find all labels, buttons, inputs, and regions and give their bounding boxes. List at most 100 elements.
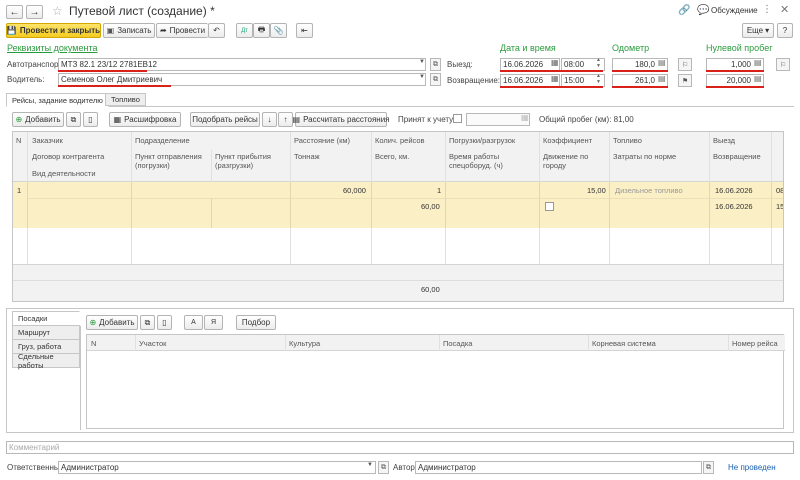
delete-planting-button[interactable]: ▯ <box>157 315 172 330</box>
post-and-close-button[interactable]: 💾 Провести и закрыть <box>6 23 101 38</box>
copy-button[interactable]: ⧉ <box>66 112 81 127</box>
calendar-icon[interactable]: ▦ <box>521 113 529 122</box>
col-city-header[interactable]: Движение по городу <box>543 152 605 170</box>
col-coef-header[interactable]: Коэффициент <box>543 136 592 145</box>
side-tab-piecework[interactable]: Сдельные работы <box>12 352 80 370</box>
sort-asc-button[interactable]: А <box>184 315 203 330</box>
comment-field[interactable]: Комментарий <box>6 441 794 454</box>
forward-button[interactable]: → <box>26 5 43 19</box>
finish-flag-button[interactable]: ⚑ <box>678 74 692 87</box>
col-division-header[interactable]: Подразделение <box>135 136 190 145</box>
plant-col-n[interactable]: N <box>91 339 96 348</box>
tab-trips[interactable]: Рейсы, задание водителю <box>6 93 109 107</box>
back-button[interactable]: ← <box>6 5 23 19</box>
discuss-icon[interactable]: 💬 <box>697 5 709 16</box>
col-tonnage-header[interactable]: Тоннаж <box>294 152 320 161</box>
print-button[interactable]: 🖶 <box>253 23 270 38</box>
col-fuel-header[interactable]: Топливо <box>613 136 642 145</box>
move-down-button[interactable]: ↓ <box>262 112 277 127</box>
more-button[interactable]: Еще ▾ <box>742 23 774 38</box>
plant-col-trip-no[interactable]: Номер рейса <box>732 339 778 348</box>
row-fuel[interactable]: Дизельное топливо <box>615 186 683 195</box>
calculator-icon[interactable]: ▤ <box>754 58 762 67</box>
add-trip-button[interactable]: ⊕ Добавить <box>12 112 64 127</box>
structure-button[interactable]: ⇤ <box>296 23 313 38</box>
row-distance[interactable]: 60,000 <box>343 186 366 195</box>
col-equipment-header[interactable]: Время работы спецоборуд. (ч) <box>449 152 535 170</box>
save-button[interactable]: ▣ Записать <box>103 23 155 38</box>
favorite-star-icon[interactable]: ☆ <box>52 4 63 18</box>
tab-fuel[interactable]: Топливо <box>105 93 146 106</box>
col-loads-header[interactable]: Погрузки/разгрузок <box>449 136 515 145</box>
row-depart[interactable]: 16.06.2026 <box>715 186 753 195</box>
plant-col-plot[interactable]: Участок <box>139 339 166 348</box>
col-distance-header[interactable]: Расстояние (км) <box>294 136 350 145</box>
time-spin-icon[interactable]: ▲ ▼ <box>596 73 601 85</box>
col-trips-header[interactable]: Колич. рейсов <box>375 136 425 145</box>
row-city-checkbox[interactable] <box>545 202 554 211</box>
row-number: 1 <box>17 186 22 195</box>
row-return[interactable]: 16.06.2026 <box>715 202 753 211</box>
vehicle-dropdown-icon[interactable]: ▼ <box>419 59 425 65</box>
col-activity-header[interactable]: Вид деятельности <box>32 169 96 178</box>
driver-dropdown-icon[interactable]: ▼ <box>419 74 425 80</box>
row-trips[interactable]: 1 <box>437 186 441 195</box>
discuss-link[interactable]: Обсуждение <box>711 6 758 15</box>
responsible-dropdown-icon[interactable]: ▼ <box>367 462 373 468</box>
plant-col-planting[interactable]: Посадка <box>443 339 472 348</box>
author-open-button[interactable]: ⧉ <box>703 461 714 474</box>
row-total-km[interactable]: 60,00 <box>421 202 440 211</box>
more-menu-icon[interactable]: ⋮ <box>762 4 772 15</box>
col-customer-header[interactable]: Заказчик <box>32 136 63 145</box>
link-icon[interactable]: 🔗 <box>678 5 690 16</box>
row-coef[interactable]: 15,00 <box>587 186 606 195</box>
time-spin-icon[interactable]: ▲ ▼ <box>596 57 601 69</box>
row-return-time[interactable]: 15 <box>776 202 783 211</box>
col-n-header[interactable]: N <box>16 136 21 145</box>
vehicle-open-button[interactable]: ⧉ <box>430 58 441 71</box>
start-flag-button[interactable]: ⚐ <box>678 58 692 71</box>
author-field[interactable]: Администратор <box>415 461 702 474</box>
calculator-icon[interactable]: ▤ <box>658 58 666 67</box>
depart-underline <box>500 70 603 72</box>
col-norm-header[interactable]: Затраты по норме <box>613 152 676 161</box>
attach-button[interactable]: 📎 <box>270 23 287 38</box>
flag-icon: ⚐ <box>779 61 787 69</box>
plant-col-crop[interactable]: Культура <box>289 339 320 348</box>
calendar-icon[interactable]: ▦ <box>551 74 559 83</box>
plant-col-root[interactable]: Корневая система <box>592 339 656 348</box>
col-contract-header[interactable]: Договор контрагента <box>32 152 104 161</box>
pick-trips-button[interactable]: Подобрать рейсы <box>190 112 260 127</box>
dt-kt-button[interactable]: Дт <box>236 23 253 38</box>
help-button[interactable]: ? <box>777 23 793 38</box>
unpost-button[interactable]: ↶ <box>208 23 225 38</box>
col-dest-header[interactable]: Пункт прибытия (разгрузки) <box>215 152 287 170</box>
responsible-field[interactable]: Администратор <box>58 461 376 474</box>
add-planting-button[interactable]: ⊕ Добавить <box>86 315 138 330</box>
close-icon[interactable]: ✕ <box>780 3 789 16</box>
col-depart-header[interactable]: Выезд <box>713 136 735 145</box>
calculator-icon[interactable]: ▤ <box>754 74 762 83</box>
sort-desc-button[interactable]: Я <box>204 315 223 330</box>
decode-button[interactable]: ▦ Расшифровка <box>109 112 181 127</box>
accepted-label: Принят к учету: <box>398 115 456 124</box>
row-depart-time[interactable]: 08 <box>776 186 783 195</box>
save-doc-icon: 💾 <box>6 26 17 35</box>
col-totalkm-header[interactable]: Всего, км. <box>375 152 409 161</box>
copy-planting-button[interactable]: ⧉ <box>140 315 155 330</box>
responsible-open-button[interactable]: ⧉ <box>378 461 389 474</box>
col-return-header[interactable]: Возвращение <box>713 152 761 161</box>
col-origin-header[interactable]: Пункт отправления (погрузки) <box>135 152 209 170</box>
zero-run-flag-button[interactable]: ⚐ <box>776 58 790 71</box>
delete-button[interactable]: ▯ <box>83 112 98 127</box>
side-tab-route[interactable]: Маршрут <box>12 325 80 340</box>
calendar-icon[interactable]: ▦ <box>551 58 559 67</box>
pick-button[interactable]: Подбор <box>236 315 276 330</box>
post-button[interactable]: ➦ Провести <box>156 23 208 38</box>
calculator-icon[interactable]: ▤ <box>658 74 666 83</box>
driver-open-button[interactable]: ⧉ <box>430 73 441 86</box>
calc-distance-button[interactable]: ▤ Рассчитать расстояния <box>293 112 390 127</box>
side-tab-plantings[interactable]: Посадки <box>12 311 80 326</box>
accepted-checkbox[interactable] <box>453 114 462 123</box>
move-up-button[interactable]: ↑ <box>278 112 293 127</box>
